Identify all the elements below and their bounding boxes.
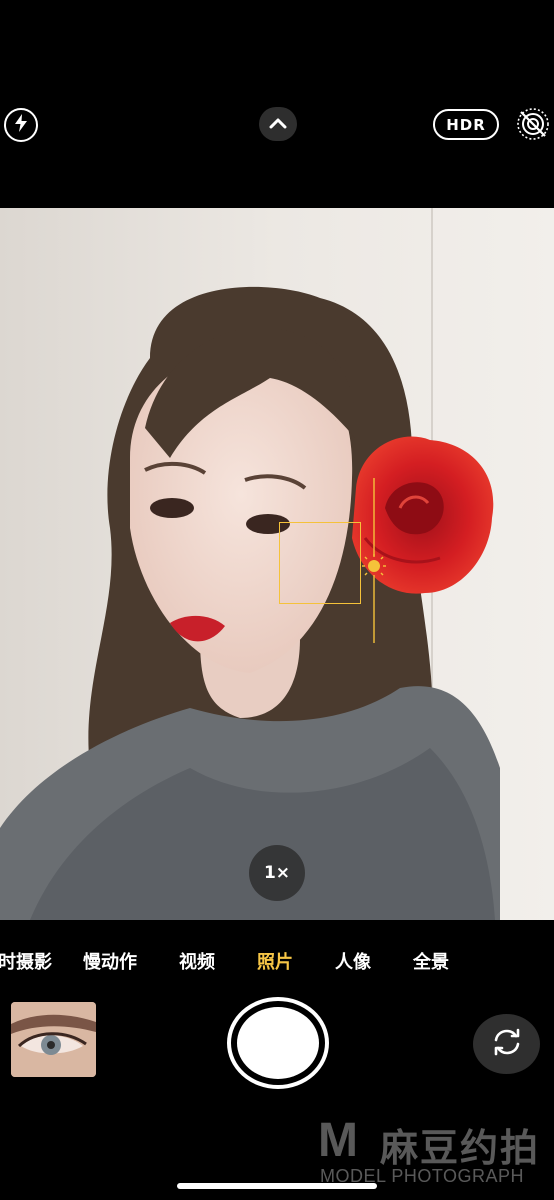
zoom-button[interactable]: 1×: [249, 845, 305, 901]
watermark-title: 麻豆约拍: [380, 1126, 541, 1170]
mode-photo[interactable]: 照片: [257, 948, 293, 974]
switch-camera-button[interactable]: [473, 1014, 540, 1074]
flash-button[interactable]: [4, 108, 38, 142]
home-indicator[interactable]: [177, 1183, 377, 1189]
expand-controls-button[interactable]: [259, 107, 297, 141]
shutter-inner: [237, 1007, 319, 1079]
live-photo-off-icon: [517, 108, 549, 140]
mode-panorama[interactable]: 全景: [413, 948, 449, 974]
mode-selector: 时摄影 慢动作 视频 照片 人像 全景: [0, 940, 554, 980]
exposure-sun-icon: [362, 554, 386, 578]
watermark-logo: M: [318, 1114, 358, 1167]
camera-viewfinder[interactable]: [0, 208, 554, 920]
exposure-slider[interactable]: [355, 478, 395, 648]
flash-bolt-icon: [12, 113, 30, 137]
hdr-label: HDR: [446, 115, 486, 134]
mode-slow-motion[interactable]: 慢动作: [83, 948, 137, 974]
zoom-label: 1×: [263, 863, 291, 883]
live-photo-toggle[interactable]: [515, 106, 551, 142]
hdr-toggle[interactable]: HDR: [433, 109, 499, 140]
chevron-up-icon: [268, 115, 288, 134]
camera-flip-icon: [490, 1027, 524, 1061]
shutter-button[interactable]: [227, 997, 329, 1089]
mode-portrait[interactable]: 人像: [335, 948, 371, 974]
portrait-preview: [0, 208, 554, 920]
focus-box: [279, 522, 361, 604]
mode-video[interactable]: 视频: [179, 948, 215, 974]
thumbnail-image: [11, 1002, 96, 1077]
mode-timelapse[interactable]: 时摄影: [0, 948, 52, 974]
last-photo-thumbnail[interactable]: [11, 1002, 96, 1077]
